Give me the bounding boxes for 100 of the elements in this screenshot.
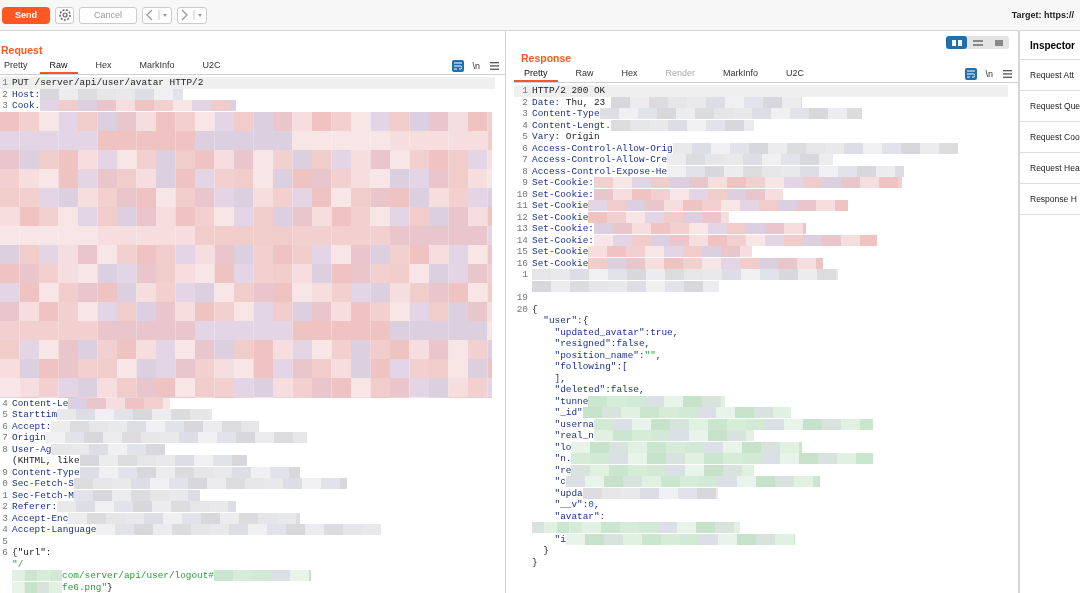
line-number: 11 [515, 200, 528, 212]
inspector-section[interactable]: Request Att [1020, 60, 1080, 91]
line-number: 7 [521, 154, 528, 166]
code-line: Sec-Fetch-M [12, 489, 74, 501]
code-line: Referer: [12, 501, 57, 513]
line-number: 5 [521, 131, 528, 143]
line-number: 12 [515, 211, 528, 223]
code-line: "upda [553, 487, 583, 499]
newline-toggle[interactable]: \n [472, 61, 480, 71]
tab[interactable]: Raw [565, 66, 604, 82]
code-line: "n. [553, 453, 572, 465]
code-line: "i [553, 533, 566, 545]
tab[interactable]: U2C [192, 58, 231, 74]
inspector-section[interactable]: Request Que [1020, 91, 1080, 122]
code-line: User-Ag [12, 443, 52, 455]
line-number: 1 [1, 77, 8, 89]
code-line: "lo [553, 441, 572, 453]
code-line: Access-Control-Allow-Cre [532, 154, 668, 166]
target-label: Target: https:// [1011, 10, 1074, 20]
back-icon [146, 9, 153, 21]
menu-icon[interactable] [1003, 70, 1012, 78]
line-number: 6 [521, 142, 528, 154]
tab[interactable]: Pretty [0, 58, 38, 74]
line-number: 10 [515, 188, 528, 200]
newline-toggle[interactable]: \n [985, 69, 993, 79]
code-line: Set-Cookie [532, 257, 589, 269]
code-line: Origin [12, 432, 46, 444]
line-number: 13 [515, 223, 528, 235]
code-line: Starttim [12, 409, 57, 421]
code-line: "__v":0, [553, 499, 600, 511]
line-number: 1 [521, 85, 528, 97]
settings-icon [57, 8, 72, 22]
line-number: 2 [1, 501, 8, 513]
line-number: 6 [1, 420, 8, 432]
code-line: Set-Cookie: [532, 177, 594, 189]
line-number: 16 [515, 257, 528, 269]
code-line: Date: Thu, 23 [532, 96, 607, 108]
rows-icon [971, 38, 984, 47]
forward-icon [181, 9, 188, 21]
code-line: Access-Control-Expose-He [532, 165, 668, 177]
tab[interactable]: Hex [611, 66, 648, 82]
inspector-section[interactable]: Response H [1020, 184, 1080, 215]
code-line: "re [553, 464, 572, 476]
code-line: "position_name":"", [553, 349, 662, 361]
tab[interactable]: Raw [39, 58, 78, 74]
tab[interactable]: Pretty [514, 66, 558, 82]
panel-title: Request [1, 44, 43, 56]
inspector-section[interactable]: Request Hea [1020, 153, 1080, 184]
tab[interactable]: Hex [85, 58, 122, 74]
line-number: 4 [1, 397, 8, 409]
code-line: "tunne [553, 395, 589, 407]
word-wrap-button[interactable] [965, 68, 978, 80]
tab[interactable]: MarkInfo [129, 58, 185, 74]
code-line: "c [553, 476, 566, 488]
code-line: Accept-Enc [12, 512, 69, 524]
line-number: 4 [521, 119, 528, 131]
line-number: 8 [1, 443, 8, 455]
line-number: 5 [1, 409, 8, 421]
code-line: com/server/api/user/logout# [62, 570, 214, 582]
code-line: Accept-Language [12, 524, 97, 536]
inspector-section[interactable]: Request Coo [1020, 122, 1080, 153]
line-number: 20 [515, 303, 528, 315]
tab[interactable]: U2C [776, 66, 815, 82]
line-number: 14 [515, 234, 528, 246]
code-line: Set-Cookie: [532, 188, 594, 200]
layout-toggle[interactable] [946, 36, 967, 49]
code-line: Sec-Fetch-S [12, 478, 74, 490]
settings-button[interactable] [55, 6, 74, 24]
word-wrap-button[interactable] [452, 60, 465, 72]
forward-button[interactable] [177, 6, 207, 24]
tab[interactable]: MarkInfo [713, 66, 769, 82]
panel-title: Response [521, 52, 572, 64]
code-line: PUT /server/api/user/avatar HTTP/2 [12, 77, 204, 89]
redaction-mosaic [12, 581, 62, 593]
code-line: { [532, 303, 538, 315]
code-line: Set-Cookie: [532, 234, 594, 246]
code-line: "_id" [553, 407, 583, 419]
line-number: 7 [1, 432, 8, 444]
code-line: "following":[ [553, 361, 628, 373]
line-number: 3 [1, 100, 8, 112]
line-number: 9 [1, 466, 8, 478]
line-number: 5 [1, 535, 8, 547]
code-line: {"url": [12, 547, 52, 559]
line-number: 9 [521, 177, 528, 189]
code-line: Content-Le [12, 397, 69, 409]
menu-icon[interactable] [490, 62, 499, 70]
code-line: ], [553, 372, 566, 384]
line-number: 1 [521, 269, 528, 281]
line-number: 15 [515, 246, 528, 258]
code-line: Content-Type [532, 108, 600, 120]
line-number: 3 [1, 512, 8, 524]
code-line: "resigned":false, [553, 338, 651, 350]
code-line: Cook. [12, 100, 41, 112]
code-line: "user":{ [542, 315, 589, 327]
code-line: "/ [12, 558, 24, 570]
code-line: "real_n [553, 430, 594, 442]
code-line: fe6.png"} [62, 581, 113, 593]
back-button[interactable] [142, 6, 172, 24]
code-line: "avatar": [553, 510, 606, 522]
line-number: 0 [1, 478, 8, 490]
